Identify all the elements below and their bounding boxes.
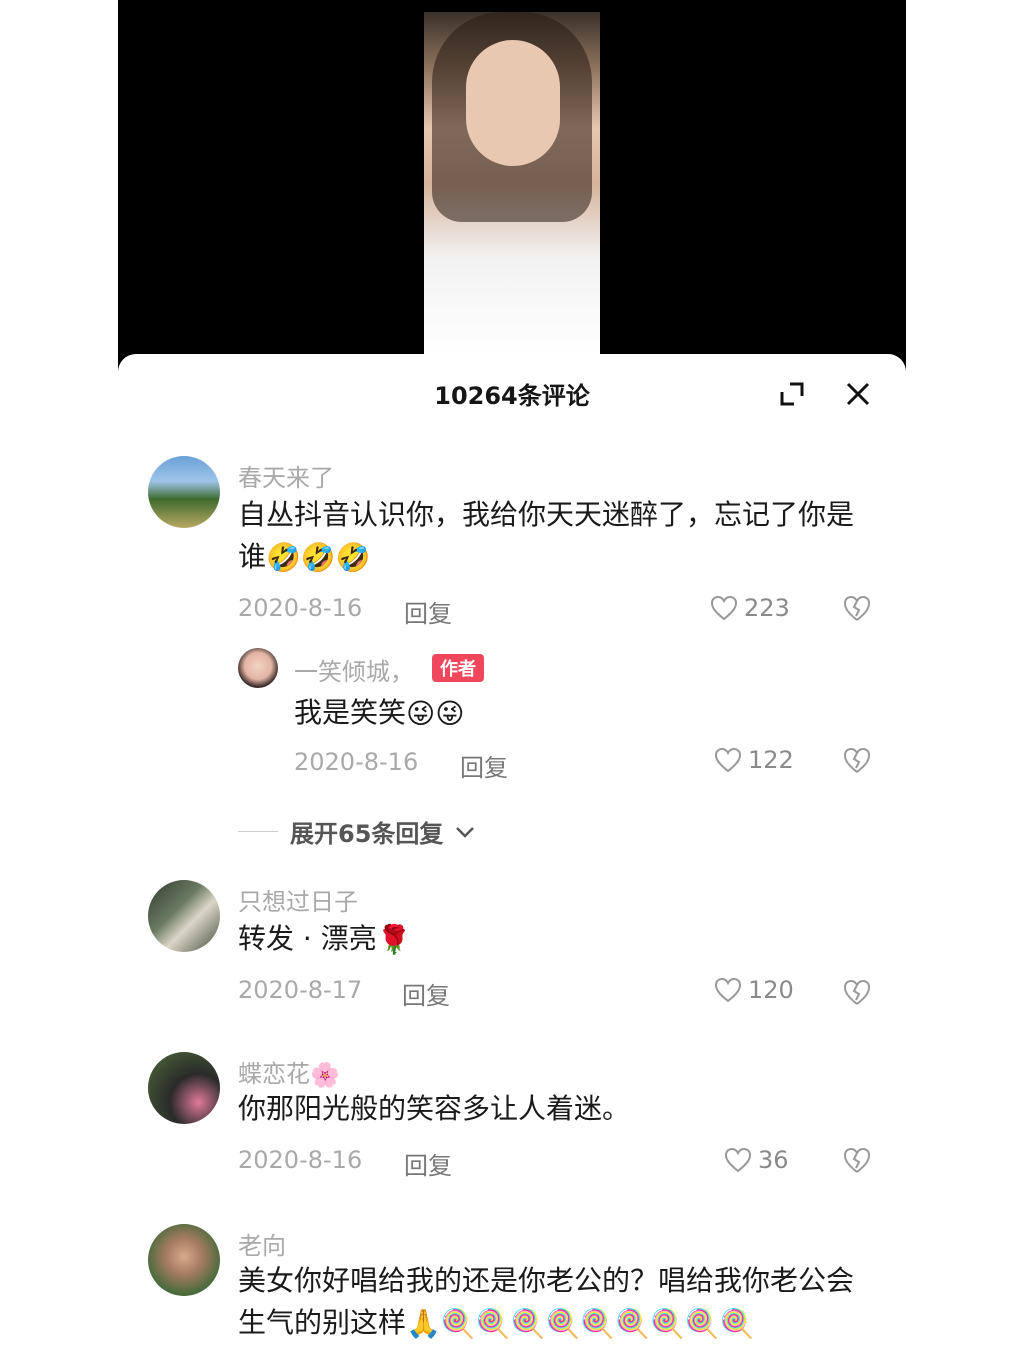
like-count: 223 <box>744 594 790 622</box>
heart-outline-icon <box>714 747 742 773</box>
comments-sheet: 10264条评论 春天来了 自丛抖音认识你，我给你天天迷醉了，忘记了你是谁🤣🤣🤣… <box>118 354 906 1365</box>
comment-text: 你那阳光般的笑容多让人着迷。 <box>238 1088 858 1130</box>
avatar[interactable] <box>238 648 278 688</box>
broken-heart-icon[interactable] <box>842 594 872 622</box>
like-button[interactable]: 120 <box>714 976 794 1004</box>
like-button[interactable]: 36 <box>724 1146 789 1174</box>
like-count: 120 <box>748 976 794 1004</box>
like-button[interactable]: 223 <box>710 594 790 622</box>
expand-replies-label: 展开65条回复 <box>290 820 444 848</box>
emoji: 🌸 <box>310 1061 340 1089</box>
video-frame <box>424 12 600 354</box>
comment-username[interactable]: 春天来了 <box>238 458 334 493</box>
reply-username[interactable]: 一笑倾城， <box>294 652 414 687</box>
heart-outline-icon <box>710 595 738 621</box>
chevron-down-icon <box>456 826 475 838</box>
heart-outline-icon <box>714 977 742 1003</box>
broken-heart-icon[interactable] <box>842 1146 872 1174</box>
reply-button[interactable]: 回复 <box>460 748 508 783</box>
emoji: 🌹 <box>376 923 412 956</box>
comment-username[interactable]: 只想过日子 <box>238 882 358 917</box>
username-text: 蝶恋花 <box>238 1060 310 1088</box>
expand-replies-button[interactable]: 展开65条回复 <box>238 814 475 849</box>
comment-text: 转发 · 漂亮🌹 <box>238 918 858 961</box>
comment-date: 2020-8-17 <box>238 976 363 1004</box>
emoji: 🙏🍭🍭🍭🍭🍭🍭🍭🍭🍭 <box>406 1307 755 1340</box>
reply-date: 2020-8-16 <box>294 748 419 776</box>
comment-text: 美女你好唱给我的还是你老公的？唱给我你老公会生气的别这样🙏🍭🍭🍭🍭🍭🍭🍭🍭🍭 <box>238 1260 858 1345</box>
comment-text: 自丛抖音认识你，我给你天天迷醉了，忘记了你是谁🤣🤣🤣 <box>238 494 858 579</box>
avatar[interactable] <box>148 1052 220 1124</box>
avatar[interactable] <box>148 880 220 952</box>
reply-body: 我是笑笑 <box>294 696 407 729</box>
author-badge: 作者 <box>432 654 484 682</box>
avatar[interactable] <box>148 1224 220 1296</box>
reply-text: 我是笑笑😜😜 <box>294 692 814 735</box>
reply-button[interactable]: 回复 <box>404 594 452 629</box>
broken-heart-icon[interactable] <box>842 978 872 1006</box>
avatar[interactable] <box>148 456 220 528</box>
like-count: 36 <box>758 1146 789 1174</box>
comment-date: 2020-8-16 <box>238 594 363 622</box>
like-button[interactable]: 122 <box>714 746 794 774</box>
emoji: 😜😜 <box>406 697 465 730</box>
comment-date: 2020-8-16 <box>238 1146 363 1174</box>
heart-outline-icon <box>724 1147 752 1173</box>
broken-heart-icon[interactable] <box>842 746 872 774</box>
reply-button[interactable]: 回复 <box>404 1146 452 1181</box>
video-player[interactable] <box>118 0 906 380</box>
close-icon[interactable] <box>844 380 872 408</box>
maximize-icon[interactable] <box>778 380 806 408</box>
divider <box>238 831 278 832</box>
reply-button[interactable]: 回复 <box>402 976 450 1011</box>
comment-username[interactable]: 老向 <box>238 1226 286 1261</box>
like-count: 122 <box>748 746 794 774</box>
comment-body: 你那阳光般的笑容多让人着迷。 <box>238 1092 631 1125</box>
comment-body: 转发 · 漂亮 <box>238 922 377 955</box>
comment-username[interactable]: 蝶恋花🌸 <box>238 1054 340 1089</box>
emoji: 🤣🤣🤣 <box>266 541 371 574</box>
